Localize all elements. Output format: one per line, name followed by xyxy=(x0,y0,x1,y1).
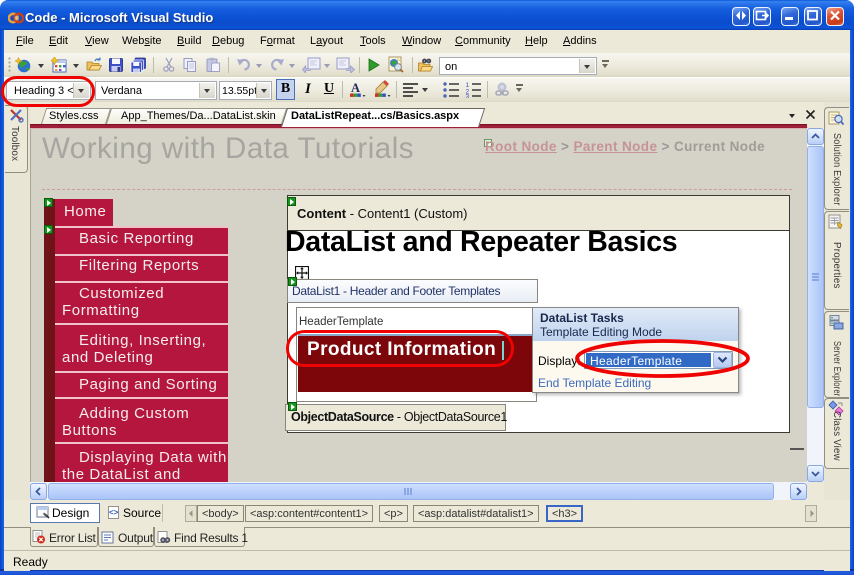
svg-text:3: 3 xyxy=(466,94,470,99)
svg-text:<>: <> xyxy=(109,508,119,517)
svg-text:A: A xyxy=(351,81,360,95)
